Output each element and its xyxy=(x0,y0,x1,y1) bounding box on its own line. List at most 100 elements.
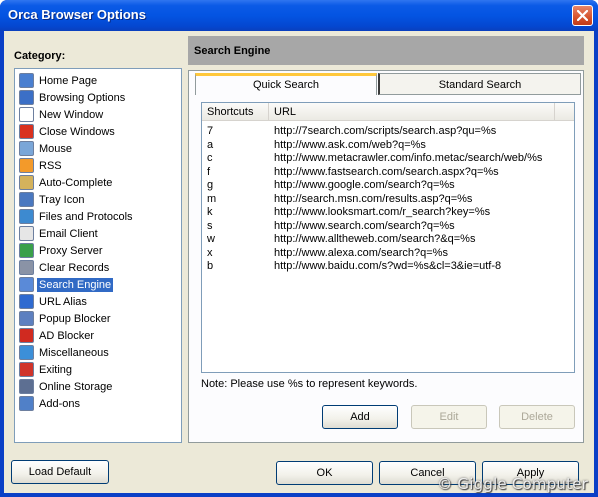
options-window: Orca Browser Options Category: Home Page… xyxy=(0,0,598,497)
close-button[interactable] xyxy=(572,5,593,26)
sidebar-item-auto-complete[interactable]: Auto-Complete xyxy=(19,174,117,191)
sidebar-item-search-engine[interactable]: Search Engine xyxy=(19,276,116,293)
shortcut-cell: c xyxy=(207,152,213,164)
title-bar[interactable]: Orca Browser Options xyxy=(0,0,598,31)
table-row[interactable]: b http://www.baidu.com/s?wd=%s&cl=3&ie=ut… xyxy=(202,260,574,273)
table-row[interactable]: 7 http://7search.com/scripts/search.asp?q… xyxy=(202,125,574,138)
sidebar-item-home-page[interactable]: Home Page xyxy=(19,72,102,89)
browsing-options-icon xyxy=(19,90,34,105)
url-cell: http://www.ask.com/web?q=%s xyxy=(274,138,426,151)
ok-button[interactable]: OK xyxy=(276,461,373,485)
url-cell: http://www.looksmart.com/r_search?key=%s xyxy=(274,206,491,218)
search-engine-icon xyxy=(19,277,34,292)
sidebar-item-browsing-options[interactable]: Browsing Options xyxy=(19,89,130,106)
table-row[interactable]: c http://www.metacrawler.com/info.metac/s… xyxy=(202,152,574,165)
sidebar-item-exiting[interactable]: Exiting xyxy=(19,361,77,378)
rss-icon xyxy=(19,158,34,173)
shortcut-cell: 7 xyxy=(207,125,214,137)
edit-button[interactable]: Edit xyxy=(411,405,487,429)
note-text: Note: Please use %s to represent keyword… xyxy=(201,378,418,390)
sidebar-item-label: Browsing Options xyxy=(39,91,126,104)
close-icon xyxy=(577,10,588,21)
list-header: Shortcuts URL xyxy=(202,103,574,121)
exiting-icon xyxy=(19,362,34,377)
table-row[interactable]: g http://www.google.com/search?q=%s xyxy=(202,179,574,192)
url-cell: http://www.fastsearch.com/search.aspx?q=… xyxy=(274,165,499,178)
table-row[interactable]: w http://www.alltheweb.com/search?&q=%s xyxy=(202,233,574,246)
sidebar-item-miscellaneous[interactable]: Miscellaneous xyxy=(19,344,114,361)
new-window-icon xyxy=(19,107,34,122)
table-row[interactable]: k http://www.looksmart.com/r_search?key=%… xyxy=(202,206,574,219)
sidebar-item-label: Miscellaneous xyxy=(39,346,109,359)
window-title: Orca Browser Options xyxy=(8,7,146,22)
shortcut-cell: s xyxy=(207,219,213,232)
tab-standard-search[interactable]: Standard Search xyxy=(378,73,581,95)
online-storage-icon xyxy=(19,379,34,394)
sidebar-item-tray[interactable]: Tray Icon xyxy=(19,191,89,208)
table-row[interactable]: a http://www.ask.com/web?q=%s xyxy=(202,139,574,152)
sidebar-item-label: Online Storage xyxy=(39,380,113,393)
shortcut-cell: f xyxy=(207,165,211,178)
popup-blocker-icon xyxy=(19,311,34,326)
sidebar-item-close-windows[interactable]: Close Windows xyxy=(19,123,120,140)
category-list[interactable]: Home Page Browsing Options New Window Close… xyxy=(14,68,182,443)
sidebar-item-url-alias[interactable]: URL Alias xyxy=(19,293,92,310)
shortcut-cell: b xyxy=(207,260,214,272)
url-cell: http://www.metacrawler.com/info.metac/se… xyxy=(274,152,543,164)
sidebar-item-label: New Window xyxy=(39,108,104,121)
sidebar-item-email-client[interactable]: Email Client xyxy=(19,225,103,242)
mouse-icon xyxy=(19,141,34,156)
sidebar-item-label: Email Client xyxy=(39,227,98,240)
close-windows-icon xyxy=(19,124,34,139)
url-cell: http://www.alltheweb.com/search?&q=%s xyxy=(274,233,476,245)
sidebar-item-popup-blocker[interactable]: Popup Blocker xyxy=(19,310,116,327)
shortcut-cell: x xyxy=(207,246,213,259)
sidebar-item-clear-records[interactable]: Clear Records xyxy=(19,259,114,276)
sidebar-item-label: Close Windows xyxy=(39,125,115,138)
shortcut-cell: w xyxy=(207,233,215,245)
shortcut-cell: m xyxy=(207,192,217,205)
tab-quick-search[interactable]: Quick Search xyxy=(195,73,377,95)
sidebar-item-ad-blocker[interactable]: AD Blocker xyxy=(19,327,99,344)
table-row[interactable]: m http://search.msn.com/results.asp?q=%s xyxy=(202,193,574,206)
sidebar-item-label: Add-ons xyxy=(39,397,80,410)
url-cell: http://7search.com/scripts/search.asp?qu… xyxy=(274,125,497,137)
column-header-url[interactable]: URL xyxy=(269,103,555,121)
table-row[interactable]: f http://www.fastsearch.com/search.aspx?q… xyxy=(202,166,574,179)
add-ons-icon xyxy=(19,396,34,411)
auto-complete-icon xyxy=(19,175,34,190)
ad-blocker-icon xyxy=(19,328,34,343)
clear-records-icon xyxy=(19,260,34,275)
sidebar-item-proxy-server[interactable]: Proxy Server xyxy=(19,242,108,259)
sidebar-item-add-ons[interactable]: Add-ons xyxy=(19,395,85,412)
sidebar-item-label: Tray Icon xyxy=(39,193,85,206)
load-default-button[interactable]: Load Default xyxy=(11,460,109,484)
table-row[interactable]: x http://www.alexa.com/search?q=%s xyxy=(202,247,574,260)
sidebar-item-label: URL Alias xyxy=(39,295,87,308)
sidebar-item-label: Exiting xyxy=(39,363,73,376)
proxy-server-icon xyxy=(19,243,34,258)
sidebar-item-new-window[interactable]: New Window xyxy=(19,106,108,123)
shortcuts-list[interactable]: Shortcuts URL 7 http://7search.com/script… xyxy=(201,102,575,373)
sidebar-item-online-storage[interactable]: Online Storage xyxy=(19,378,117,395)
watermark: © Giggle Computer xyxy=(437,475,588,493)
url-cell: http://www.alexa.com/search?q=%s xyxy=(274,246,448,259)
url-cell: http://www.google.com/search?q=%s xyxy=(274,179,455,191)
home-page-icon xyxy=(19,73,34,88)
sidebar-item-label: Proxy Server xyxy=(39,244,103,257)
table-row[interactable]: s http://www.search.com/search?q=%s xyxy=(202,220,574,233)
sidebar-item-rss[interactable]: RSS xyxy=(19,157,67,174)
shortcut-cell: g xyxy=(207,179,214,191)
add-button[interactable]: Add xyxy=(322,405,398,429)
delete-button[interactable]: Delete xyxy=(499,405,575,429)
sidebar-item-files-protocols[interactable]: Files and Protocols xyxy=(19,208,138,225)
search-engine-panel: Quick Search Standard Search Shortcuts U… xyxy=(188,70,584,443)
category-label: Category: xyxy=(14,50,66,62)
dialog-body: Category: Home Page Browsing Options New W… xyxy=(4,31,594,493)
files-protocols-icon xyxy=(19,209,34,224)
sidebar-item-label: AD Blocker xyxy=(39,329,95,342)
miscellaneous-icon xyxy=(19,345,34,360)
sidebar-item-mouse[interactable]: Mouse xyxy=(19,140,77,157)
url-cell: http://search.msn.com/results.asp?q=%s xyxy=(274,192,473,205)
column-header-shortcuts[interactable]: Shortcuts xyxy=(202,103,269,121)
